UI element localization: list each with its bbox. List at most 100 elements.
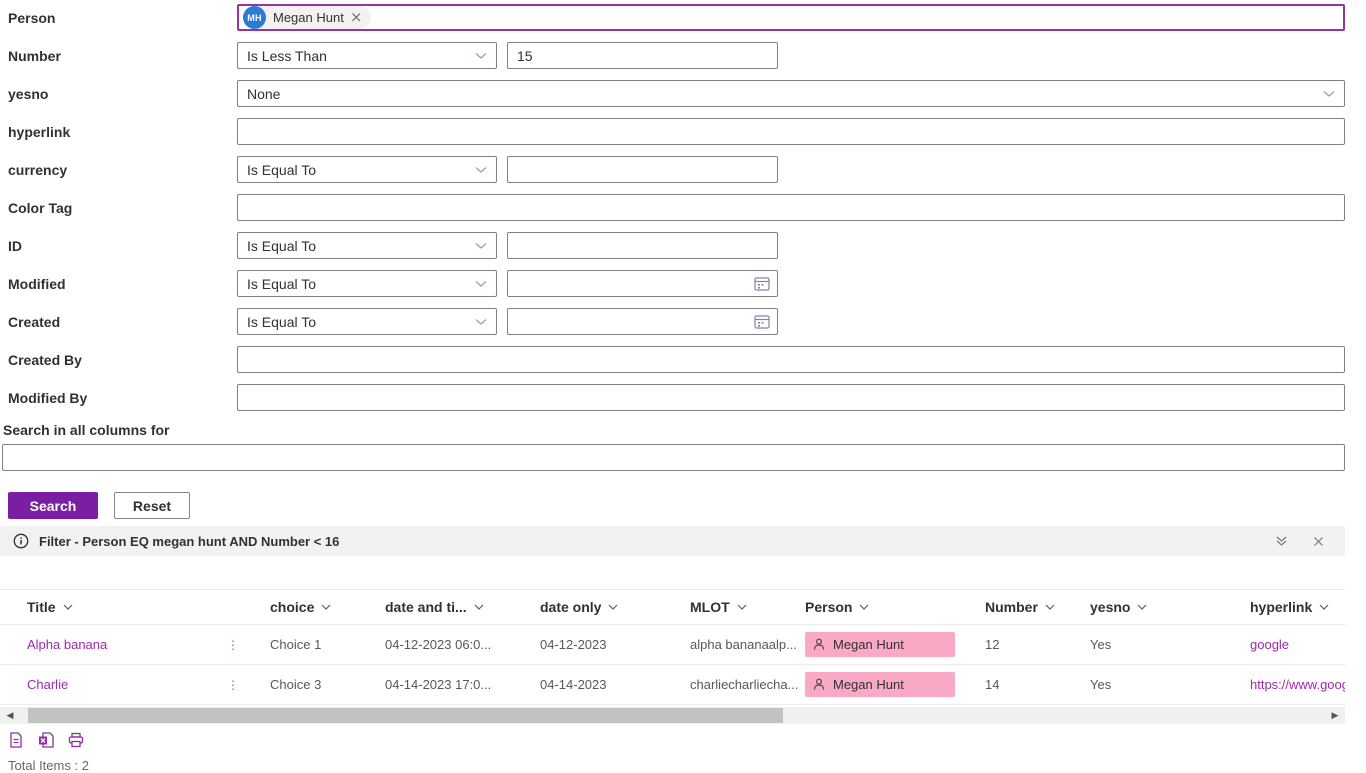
- modified-date-input[interactable]: [517, 272, 717, 295]
- hyperlink-input[interactable]: [237, 118, 1345, 145]
- created-operator-select[interactable]: Is Equal To: [237, 308, 497, 335]
- remove-person-icon[interactable]: [351, 12, 362, 23]
- cell-mlot: alpha bananaalp...: [690, 637, 797, 652]
- filter-row-id: ID Is Equal To: [0, 232, 1345, 259]
- filter-message-bar: Filter - Person EQ megan hunt AND Number…: [0, 526, 1345, 556]
- id-operator-select[interactable]: Is Equal To: [237, 232, 497, 259]
- reset-button[interactable]: Reset: [114, 492, 190, 519]
- id-value-input[interactable]: [507, 232, 778, 259]
- cell-hyperlink: https://www.goog: [1250, 677, 1345, 692]
- results-table: Title choice date and ti... date only ML…: [0, 589, 1345, 705]
- field-label-id: ID: [8, 237, 22, 254]
- export-csv-icon[interactable]: [8, 732, 24, 748]
- created-date-field: [507, 308, 778, 335]
- field-label-hyperlink: hyperlink: [8, 123, 71, 140]
- person-selected-pill[interactable]: MH Megan Hunt: [243, 6, 371, 29]
- print-icon[interactable]: [68, 732, 84, 748]
- column-header-label: date only: [540, 599, 602, 615]
- number-controls: Is Less Than: [237, 42, 1345, 69]
- field-label-createdby: Created By: [8, 351, 82, 368]
- more-options-icon[interactable]: ⋮: [227, 639, 239, 651]
- scroll-left-arrow-icon[interactable]: ◀: [0, 710, 20, 721]
- message-bar-actions: [1276, 535, 1332, 547]
- avatar: MH: [243, 6, 266, 29]
- action-buttons: Search Reset: [8, 492, 1345, 519]
- search-button[interactable]: Search: [8, 492, 98, 519]
- currency-operator-value: Is Equal To: [247, 161, 317, 178]
- filter-row-number: Number Is Less Than: [0, 42, 1345, 69]
- search-all-columns-input[interactable]: [2, 444, 1345, 471]
- chevron-down-icon: [859, 604, 870, 610]
- info-icon: [13, 533, 29, 549]
- modifiedby-input[interactable]: [237, 384, 1345, 411]
- filter-row-createdby: Created By: [0, 346, 1345, 373]
- calendar-icon[interactable]: [754, 314, 770, 330]
- chevron-down-icon: [475, 166, 487, 173]
- more-options-icon[interactable]: ⋮: [227, 679, 239, 691]
- filter-row-currency: currency Is Equal To: [0, 156, 1345, 183]
- column-header-dateonly[interactable]: date only: [540, 599, 690, 615]
- column-header-person[interactable]: Person: [805, 599, 985, 615]
- title-link[interactable]: Alpha banana: [27, 637, 107, 652]
- chevron-down-icon: [608, 604, 619, 610]
- table-header-row: Title choice date and ti... date only ML…: [0, 590, 1345, 625]
- filter-summary-text: Filter - Person EQ megan hunt AND Number…: [39, 533, 340, 549]
- column-header-number[interactable]: Number: [985, 599, 1090, 615]
- export-toolbar: [8, 732, 1345, 748]
- field-label-modifiedby: Modified By: [8, 389, 88, 406]
- number-operator-select[interactable]: Is Less Than: [237, 42, 497, 69]
- column-header-title[interactable]: Title: [0, 599, 270, 615]
- person-pill-name: Megan Hunt: [273, 10, 344, 25]
- cell-number: 12: [985, 637, 1000, 652]
- column-header-hyperlink[interactable]: hyperlink: [1250, 599, 1345, 615]
- number-operator-value: Is Less Than: [247, 47, 327, 64]
- hyperlink-link[interactable]: google: [1250, 637, 1289, 652]
- cell-dateonly: 04-12-2023: [540, 637, 607, 652]
- chevron-down-icon: [1323, 90, 1335, 97]
- field-label-person: Person: [8, 9, 56, 26]
- export-excel-icon[interactable]: [38, 732, 54, 748]
- filter-row-person: Person MH Megan Hunt: [0, 4, 1345, 31]
- cell-title: Alpha banana ⋮: [0, 637, 270, 652]
- cell-choice: Choice 3: [270, 677, 322, 692]
- chevron-down-icon: [475, 52, 487, 59]
- colortag-input[interactable]: [237, 194, 1345, 221]
- person-tag: Megan Hunt: [805, 632, 955, 657]
- number-value-input[interactable]: [507, 42, 778, 69]
- scroll-right-arrow-icon[interactable]: ▶: [1325, 710, 1345, 721]
- scrollbar-thumb[interactable]: [28, 708, 783, 723]
- chevron-down-icon: [321, 604, 331, 610]
- person-controls: MH Megan Hunt: [237, 4, 1345, 31]
- collapse-icon[interactable]: [1276, 535, 1287, 547]
- person-picker-input[interactable]: MH Megan Hunt: [237, 4, 1345, 31]
- chevron-down-icon: [475, 242, 487, 249]
- column-header-mlot[interactable]: MLOT: [690, 599, 805, 615]
- yesno-select[interactable]: None: [237, 80, 1345, 107]
- close-icon[interactable]: [1313, 535, 1324, 547]
- person-name: Megan Hunt: [833, 677, 904, 692]
- created-date-input[interactable]: [517, 310, 717, 333]
- column-header-datetime[interactable]: date and ti...: [385, 599, 540, 615]
- createdby-input[interactable]: [237, 346, 1345, 373]
- field-label-created: Created: [8, 313, 61, 330]
- column-header-choice[interactable]: choice: [270, 599, 385, 615]
- table-row[interactable]: Charlie ⋮ Choice 3 04-14-2023 17:0... 04…: [0, 665, 1345, 705]
- id-operator-value: Is Equal To: [247, 237, 317, 254]
- currency-operator-select[interactable]: Is Equal To: [237, 156, 497, 183]
- chevron-down-icon: [475, 318, 487, 325]
- hyperlink-link[interactable]: https://www.goog: [1250, 677, 1345, 692]
- title-link[interactable]: Charlie: [27, 677, 68, 692]
- field-label-number: Number: [8, 47, 61, 64]
- cell-person: Megan Hunt: [805, 632, 985, 657]
- modified-operator-select[interactable]: Is Equal To: [237, 270, 497, 297]
- currency-value-input[interactable]: [507, 156, 778, 183]
- chevron-down-icon: [1319, 604, 1329, 610]
- calendar-icon[interactable]: [754, 276, 770, 292]
- field-label-modified: Modified: [8, 275, 66, 292]
- horizontal-scrollbar[interactable]: ◀ ▶: [0, 707, 1345, 724]
- column-header-yesno[interactable]: yesno: [1090, 599, 1250, 615]
- table-row[interactable]: Alpha banana ⋮ Choice 1 04-12-2023 06:0.…: [0, 625, 1345, 665]
- chevron-down-icon: [1045, 604, 1055, 610]
- cell-yesno: Yes: [1090, 637, 1112, 652]
- field-label-yesno: yesno: [8, 85, 49, 102]
